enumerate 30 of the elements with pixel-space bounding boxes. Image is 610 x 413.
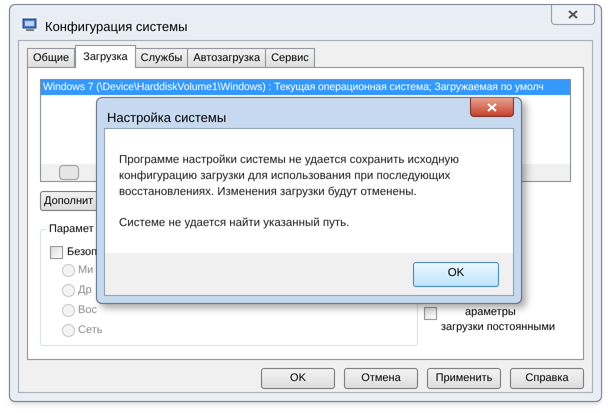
close-icon: [568, 10, 578, 19]
dialog-button[interactable]: OK: [261, 368, 335, 389]
scrollbar-thumb[interactable]: [59, 165, 79, 180]
error-detail: Системе не удается найти указанный путь.: [119, 216, 350, 231]
radio-label: Ми: [78, 263, 94, 278]
tab[interactable]: Общие: [27, 48, 76, 67]
permanent-label: араметры: [465, 305, 517, 320]
checkbox[interactable]: [50, 246, 63, 258]
permanent-label: загрузки постоянными: [441, 320, 556, 335]
dialog-title: Настройка системы: [107, 109, 226, 127]
computer-icon: [22, 17, 38, 33]
dialog-button[interactable]: Применить: [427, 368, 501, 389]
safe-boot-label: Безоп: [67, 244, 98, 260]
close-button[interactable]: [551, 5, 595, 25]
error-message: Программе настройки системы не удается сохранить исходную конфигурацию загрузки для использования при последующих восстановлениях. Изменения загрузки будут отменены.: [119, 153, 460, 200]
radio-label: Вос: [78, 303, 97, 318]
ok-button[interactable]: OK: [413, 262, 499, 286]
dialog-button[interactable]: Справка: [510, 368, 584, 389]
radio-label: Др: [78, 283, 92, 298]
window-title: Конфигурация системы: [45, 18, 188, 36]
close-icon: [487, 102, 497, 112]
tab[interactable]: Службы: [134, 48, 188, 67]
tab[interactable]: Загрузка: [75, 45, 136, 68]
tab[interactable]: Автозагрузка: [187, 48, 266, 67]
radio-label: Сеть: [78, 323, 102, 338]
close-button[interactable]: [470, 98, 514, 117]
dialog-button[interactable]: Отмена: [344, 368, 418, 389]
tab[interactable]: Сервис: [265, 48, 315, 67]
checkbox[interactable]: [424, 307, 437, 320]
group-title: Парамет: [47, 222, 96, 236]
